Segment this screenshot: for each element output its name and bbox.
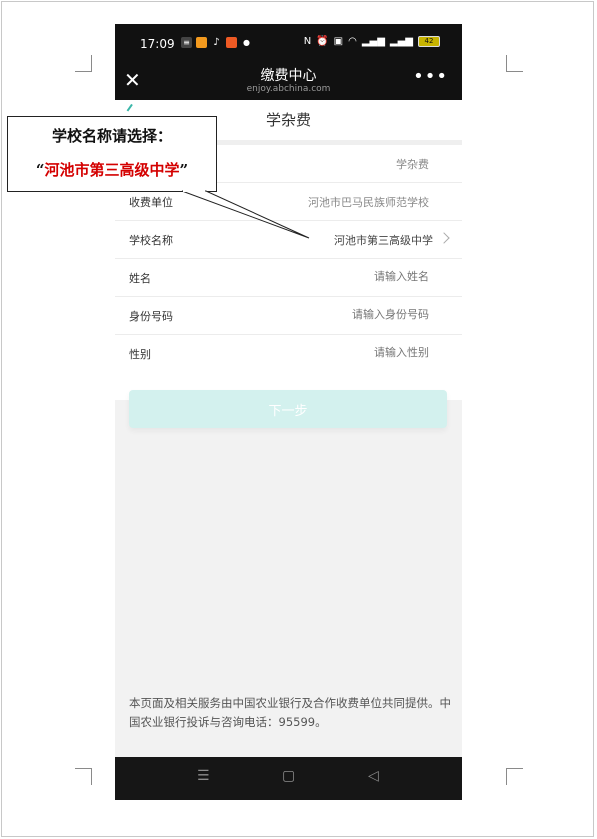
status-time: 17:09 — [140, 37, 175, 51]
app-nav-bar: ✕ 缴费中心 enjoy.abchina.com ••• — [115, 62, 462, 100]
footer-notice: 本页面及相关服务由中国农业银行及合作收费单位共同提供。中国农业银行投诉与咨询电话… — [129, 696, 451, 729]
battery-icon: 42 — [418, 36, 440, 47]
fee-type-value: 学杂费 — [396, 158, 429, 171]
form-row-school-name[interactable]: 学校名称 河池市第三高级中学 — [115, 221, 462, 259]
tiktok-icon: ♪ — [213, 37, 220, 48]
fee-unit-value: 河池市巴马民族师范学校 — [308, 196, 429, 209]
row-label: 收费单位 — [129, 196, 173, 209]
status-bar: 17:09 ≡ ♪ ● N ⏰ ▣ ◠ ▂▄▆ ▂▄▆ 42 — [115, 24, 462, 62]
menu-icon[interactable]: ☰ — [197, 768, 210, 784]
taobao-app-icon — [196, 37, 207, 48]
form-row-name: 姓名 — [115, 259, 462, 297]
status-indicators: N ⏰ ▣ ◠ ▂▄▆ ▂▄▆ 42 — [304, 36, 440, 47]
form-row-id-number: 身份号码 — [115, 297, 462, 335]
crop-mark-bottom-left — [75, 768, 92, 785]
crop-mark-top-right — [506, 55, 523, 72]
nfc-icon: N — [303, 36, 312, 47]
id-number-input[interactable] — [249, 308, 429, 321]
wifi-icon: ◠ — [348, 36, 357, 47]
crop-mark-top-left — [75, 55, 92, 72]
row-label: 性别 — [129, 348, 151, 361]
alarm-icon: ⏰ — [316, 36, 329, 47]
quote-close: ” — [179, 161, 189, 179]
home-icon[interactable]: ▢ — [282, 768, 295, 784]
hd-icon: ▣ — [333, 36, 344, 47]
row-label: 身份号码 — [129, 310, 173, 323]
more-notifications-icon: ● — [243, 38, 250, 47]
callout-instruction: 学校名称请选择： — [51, 127, 172, 145]
shopping-app-icon — [226, 37, 237, 48]
next-button[interactable]: 下一步 — [129, 390, 447, 428]
more-icon[interactable]: ••• — [413, 66, 448, 87]
row-label: 学校名称 — [129, 234, 173, 247]
crop-mark-bottom-right — [506, 768, 523, 785]
gender-input[interactable] — [249, 346, 429, 359]
row-label: 姓名 — [129, 272, 151, 285]
name-input[interactable] — [249, 270, 429, 283]
annotation-callout: 学校名称请选择： “河池市第三高级中学” — [7, 116, 217, 192]
signal-icon: ▂▄▆ — [361, 36, 385, 47]
nav-domain: enjoy.abchina.com — [246, 84, 331, 94]
callout-school-line: “河池市第三高级中学” — [8, 159, 216, 180]
news-app-icon: ≡ — [181, 37, 192, 48]
status-app-icons: ≡ ♪ ● — [181, 37, 252, 48]
form-row-gender: 性别 — [115, 335, 462, 373]
back-triangle-icon[interactable]: ◁ — [368, 768, 379, 784]
nav-title: 缴费中心 — [260, 68, 317, 84]
android-nav-bar: ☰ ▢ ◁ — [115, 757, 462, 800]
signal-icon: ▂▄▆ — [389, 36, 413, 47]
callout-school-name: 河池市第三高级中学 — [44, 161, 180, 179]
chevron-right-icon — [438, 232, 450, 244]
school-name-value: 河池市第三高级中学 — [334, 234, 433, 247]
